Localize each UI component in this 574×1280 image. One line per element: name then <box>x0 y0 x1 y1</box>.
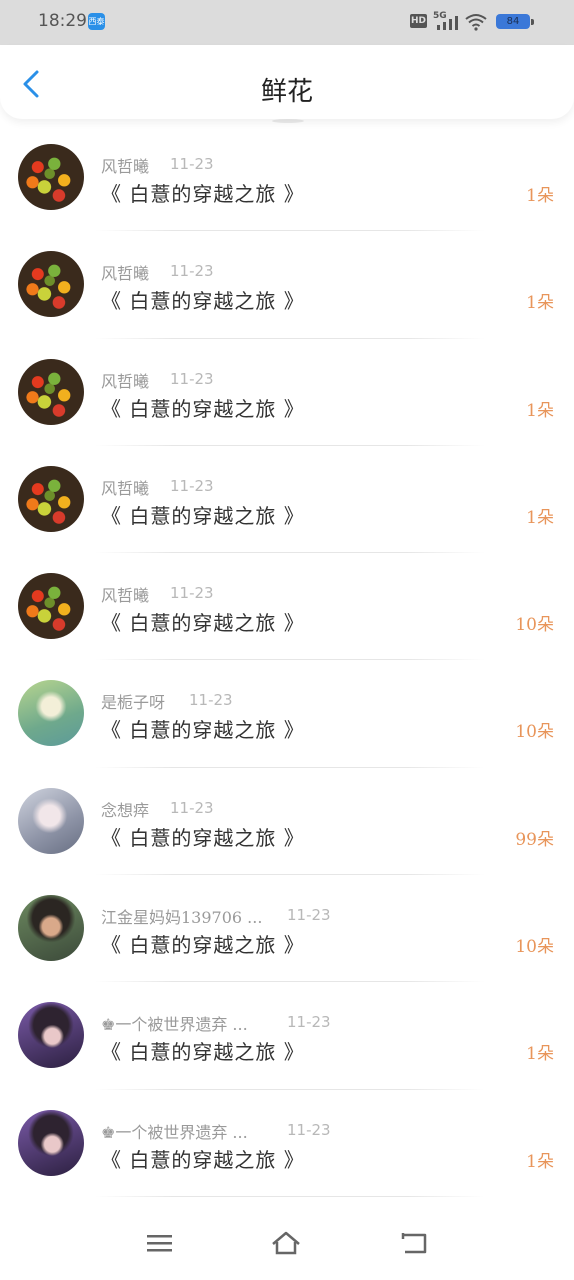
gift-date: 11-23 <box>170 369 214 388</box>
gift-date: 11-23 <box>287 1120 331 1139</box>
book-title[interactable]: 《 白薏的穿越之旅 》 <box>101 393 305 422</box>
home-icon[interactable] <box>271 1230 301 1256</box>
flower-count: 99朵 <box>515 829 554 850</box>
system-nav-bar <box>0 1200 574 1280</box>
flower-count: 10朵 <box>515 937 554 958</box>
user-name: 风哲曦 <box>101 157 150 176</box>
avatar[interactable] <box>18 787 84 854</box>
avatar[interactable] <box>18 358 84 425</box>
header-shadow <box>272 119 304 123</box>
avatar[interactable] <box>18 680 84 747</box>
book-title[interactable]: 《 白薏的穿越之旅 》 <box>101 1036 305 1065</box>
app-badge-icon: 西泰 <box>88 13 105 30</box>
user-name: 风哲曦 <box>101 371 150 391</box>
hd-icon: HD <box>410 14 427 28</box>
user-name: 风哲曦 <box>101 264 150 284</box>
battery-tip <box>531 19 534 25</box>
list-item[interactable]: 风哲曦 11-23 《 白薏的穿越之旅 》 1朵 <box>0 446 574 554</box>
list-item[interactable]: ♚一个被世界遗弃 ... 11-23 《 白薏的穿越之旅 》 1朵 <box>0 982 574 1090</box>
gift-date: 11-23 <box>189 691 233 710</box>
status-time: 18:29 <box>38 11 87 31</box>
book-title[interactable]: 《 白薏的穿越之旅 》 <box>101 178 305 207</box>
avatar[interactable] <box>18 1002 84 1069</box>
avatar[interactable] <box>18 1109 84 1176</box>
app-header: 鲜花 <box>0 45 574 119</box>
status-bar: 18:29 西泰 HD 5G 84 <box>0 0 574 45</box>
user-name: 念想瘁 <box>101 800 150 820</box>
gift-date: 11-23 <box>170 584 214 603</box>
avatar[interactable] <box>18 251 84 318</box>
list-item[interactable]: 风哲曦 11-23 《 白薏的穿越之旅 》 1朵 <box>0 124 574 232</box>
avatar[interactable] <box>18 144 84 210</box>
flower-count: 10朵 <box>515 615 554 636</box>
avatar[interactable] <box>18 895 84 962</box>
flower-list: 风哲曦 11-23 《 白薏的穿越之旅 》 1朵 风哲曦 11-23 《 白薏的穿越之旅 》… <box>0 124 574 1197</box>
book-title[interactable]: 《 白薏的穿越之旅 》 <box>101 1144 305 1173</box>
user-name: 是栀子呀 <box>101 693 166 713</box>
gift-date: 11-23 <box>287 1013 331 1032</box>
menu-icon[interactable] <box>145 1230 175 1256</box>
flower-count: 1朵 <box>526 293 554 314</box>
list-item[interactable]: 风哲曦 11-23 《 白薏的穿越之旅 》 1朵 <box>0 339 574 446</box>
gift-date: 11-23 <box>287 906 331 925</box>
flower-count: 1朵 <box>526 186 554 206</box>
gift-date: 11-23 <box>170 476 214 495</box>
book-title[interactable]: 《 白薏的穿越之旅 》 <box>101 822 305 851</box>
flower-count: 1朵 <box>526 1151 554 1172</box>
flower-count: 1朵 <box>526 1044 554 1065</box>
book-title[interactable]: 《 白薏的穿越之旅 》 <box>101 500 305 529</box>
gift-date: 11-23 <box>170 155 214 173</box>
gift-date: 11-23 <box>170 262 214 281</box>
divider <box>95 1195 485 1197</box>
avatar[interactable] <box>18 573 84 640</box>
list-item[interactable]: ♚一个被世界遗弃 ... 11-23 《 白薏的穿越之旅 》 1朵 <box>0 1090 574 1197</box>
user-name: ♚一个被世界遗弃 ... <box>101 1122 248 1142</box>
wifi-icon <box>465 14 487 31</box>
list-item[interactable]: 风哲曦 11-23 《 白薏的穿越之旅 》 1朵 <box>0 231 574 339</box>
user-name: ♚一个被世界遗弃 ... <box>101 1015 248 1035</box>
book-title[interactable]: 《 白薏的穿越之旅 》 <box>101 285 305 314</box>
flower-count: 1朵 <box>526 507 554 528</box>
book-title[interactable]: 《 白薏的穿越之旅 》 <box>101 714 305 743</box>
list-item[interactable]: 风哲曦 11-23 《 白薏的穿越之旅 》 10朵 <box>0 553 574 661</box>
flower-count: 10朵 <box>515 722 554 743</box>
avatar[interactable] <box>18 465 84 532</box>
list-item[interactable]: 江金星妈妈139706 ... 11-23 《 白薏的穿越之旅 》 10朵 <box>0 875 574 983</box>
list-item[interactable]: 念想瘁 11-23 《 白薏的穿越之旅 》 99朵 <box>0 768 574 876</box>
battery-icon: 84 <box>496 14 530 29</box>
user-name: 风哲曦 <box>101 586 150 606</box>
flower-count: 1朵 <box>526 400 554 421</box>
book-title[interactable]: 《 白薏的穿越之旅 》 <box>101 607 305 636</box>
back-icon[interactable] <box>399 1230 429 1256</box>
user-name: 风哲曦 <box>101 478 150 498</box>
gift-date: 11-23 <box>170 798 214 817</box>
book-title[interactable]: 《 白薏的穿越之旅 》 <box>101 929 305 958</box>
user-name: 江金星妈妈139706 ... <box>101 908 263 928</box>
page-title: 鲜花 <box>260 77 313 107</box>
list-item[interactable]: 是栀子呀 11-23 《 白薏的穿越之旅 》 10朵 <box>0 660 574 768</box>
signal-icon <box>437 16 458 30</box>
